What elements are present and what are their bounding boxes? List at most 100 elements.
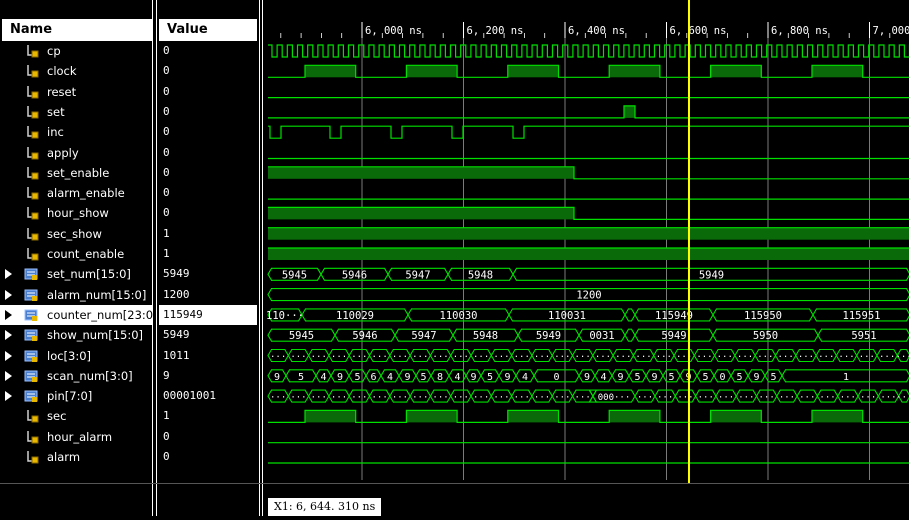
waveform-high-fill: [609, 65, 660, 77]
bus-set-num-value: 5948: [468, 269, 493, 281]
signal-row-show-num[interactable]: show_num[15:0]: [0, 325, 152, 345]
signal-row-scan-num[interactable]: scan_num[3:0]: [0, 366, 152, 386]
signal-value: 1011: [163, 346, 190, 366]
signal-row-sec-show[interactable]: sec_show: [0, 224, 152, 244]
signal-value: 0: [163, 82, 170, 102]
bus-scan-num-value: 6: [370, 372, 376, 383]
signal-row-apply[interactable]: apply: [0, 143, 152, 163]
timeline-tick-label: 7, 000 n: [873, 25, 909, 37]
bus-loc-value: ···: [493, 353, 509, 363]
value-column: Value 0000000001159491200115949594910119…: [156, 0, 260, 516]
signal-icon: [26, 166, 40, 180]
bus-scan-num-value: 5: [298, 372, 304, 383]
signal-row-alarm-num[interactable]: alarm_num[15:0]: [0, 285, 152, 305]
bus-set-num-value: 5946: [342, 269, 367, 281]
waveform-canvas[interactable]: 6, 000 ns6, 200 ns6, 400 ns6, 600 ns6, 8…: [263, 0, 909, 516]
signal-icon: [26, 105, 40, 119]
bus-pin-value: ···: [880, 393, 896, 403]
signal-row-sec[interactable]: sec: [0, 406, 152, 426]
value-column-header[interactable]: Value: [159, 19, 257, 41]
waveform-cp: [268, 45, 909, 57]
signal-name: hour_alarm: [47, 427, 112, 447]
signal-row-counter-num[interactable]: counter_num[23:0]: [0, 305, 152, 325]
bus-pin-value: ···: [453, 393, 469, 403]
bus-show-num-value: 5946: [352, 330, 377, 342]
signal-icon: [26, 409, 40, 423]
signal-name: reset: [47, 82, 76, 102]
bus-loc-value: ···: [432, 353, 448, 363]
signal-row-alarm[interactable]: alarm: [0, 447, 152, 467]
signal-row-cp[interactable]: cp: [0, 41, 152, 61]
signal-row-hour-alarm[interactable]: hour_alarm: [0, 427, 152, 447]
bus-pin-value: ···: [698, 393, 714, 403]
signal-icon: [26, 85, 40, 99]
bus-counter-num-segment: [625, 309, 635, 321]
signal-value: 9: [163, 366, 170, 386]
bus-pin-value: ···: [637, 393, 653, 403]
bus-loc-value: ···: [473, 353, 489, 363]
signal-name: show_num[15:0]: [47, 325, 143, 345]
signal-row-set-enable[interactable]: set_enable: [0, 163, 152, 183]
signal-row-loc[interactable]: loc[3:0]: [0, 346, 152, 366]
signal-row-clock[interactable]: clock: [0, 61, 152, 81]
bus-show-num-value: 5950: [753, 330, 778, 342]
signal-value: 0: [163, 102, 170, 122]
bus-scan-num-value: 9: [584, 372, 590, 383]
bus-pin-value: ···: [534, 393, 550, 403]
bus-scan-num-value: 9: [504, 372, 510, 383]
bottom-divider: [0, 483, 909, 484]
bus-pin-value: ···: [657, 393, 673, 403]
signal-value: 0: [163, 41, 170, 61]
bus-signal-icon: [24, 349, 38, 363]
waveform-panel[interactable]: 6, 000 ns6, 200 ns6, 400 ns6, 600 ns6, 8…: [262, 0, 909, 516]
bus-pin-value: ···: [840, 393, 856, 403]
signal-name: sec_show: [47, 224, 102, 244]
bus-loc-value: ···: [351, 353, 367, 363]
bus-alarm-num-value: 1200: [576, 290, 601, 302]
expand-chevron-icon[interactable]: [5, 290, 12, 300]
signal-row-hour-show[interactable]: hour_show: [0, 203, 152, 223]
signal-value: 0: [163, 427, 170, 447]
expand-chevron-icon[interactable]: [5, 330, 12, 340]
signal-icon: [26, 44, 40, 58]
signal-row-reset[interactable]: reset: [0, 82, 152, 102]
bus-scan-num-value: 4: [600, 372, 606, 383]
bus-show-num-value: 5951: [851, 330, 876, 342]
expand-chevron-icon[interactable]: [5, 269, 12, 279]
signal-row-inc[interactable]: inc: [0, 122, 152, 142]
expand-chevron-icon[interactable]: [5, 310, 12, 320]
signal-name: set_num[15:0]: [47, 264, 131, 284]
signal-name: pin[7:0]: [47, 386, 92, 406]
bus-loc-value: ···: [717, 353, 733, 363]
bus-signal-icon: [24, 288, 38, 302]
signal-value: 1200: [163, 285, 190, 305]
signal-row-pin[interactable]: pin[7:0]: [0, 386, 152, 406]
signal-row-set-num[interactable]: set_num[15:0]: [0, 264, 152, 284]
signal-name: clock: [47, 61, 77, 81]
bus-pin-value: ···: [351, 393, 367, 403]
signal-name: hour_show: [47, 203, 109, 223]
signal-name: set_enable: [47, 163, 109, 183]
expand-chevron-icon[interactable]: [5, 351, 12, 361]
timeline-tick-label: 6, 200 ns: [467, 25, 524, 37]
bus-scan-num-value: 9: [470, 372, 476, 383]
bus-counter-num-value: 110029: [336, 310, 374, 322]
waveform-high-fill: [508, 410, 559, 422]
signal-row-count-enable[interactable]: count_enable: [0, 244, 152, 264]
signal-row-set[interactable]: set: [0, 102, 152, 122]
bus-loc-value: ···: [635, 353, 651, 363]
bus-signal-icon: [24, 308, 38, 322]
timeline-tick-label: 6, 000 ns: [365, 25, 422, 37]
signal-name: inc: [47, 122, 64, 142]
signal-icon: [26, 247, 40, 261]
bus-pin-value: ···: [473, 393, 489, 403]
signal-value: 0: [163, 122, 170, 142]
bus-set-num-value: 5949: [699, 269, 724, 281]
expand-chevron-icon[interactable]: [5, 371, 12, 381]
bus-counter-num-value: 110···: [266, 310, 304, 322]
bus-show-num-value: 5945: [289, 330, 314, 342]
name-column-header[interactable]: Name: [2, 19, 152, 41]
signal-row-alarm-enable[interactable]: alarm_enable: [0, 183, 152, 203]
expand-chevron-icon[interactable]: [5, 391, 12, 401]
bus-show-num-segment: [625, 329, 635, 341]
